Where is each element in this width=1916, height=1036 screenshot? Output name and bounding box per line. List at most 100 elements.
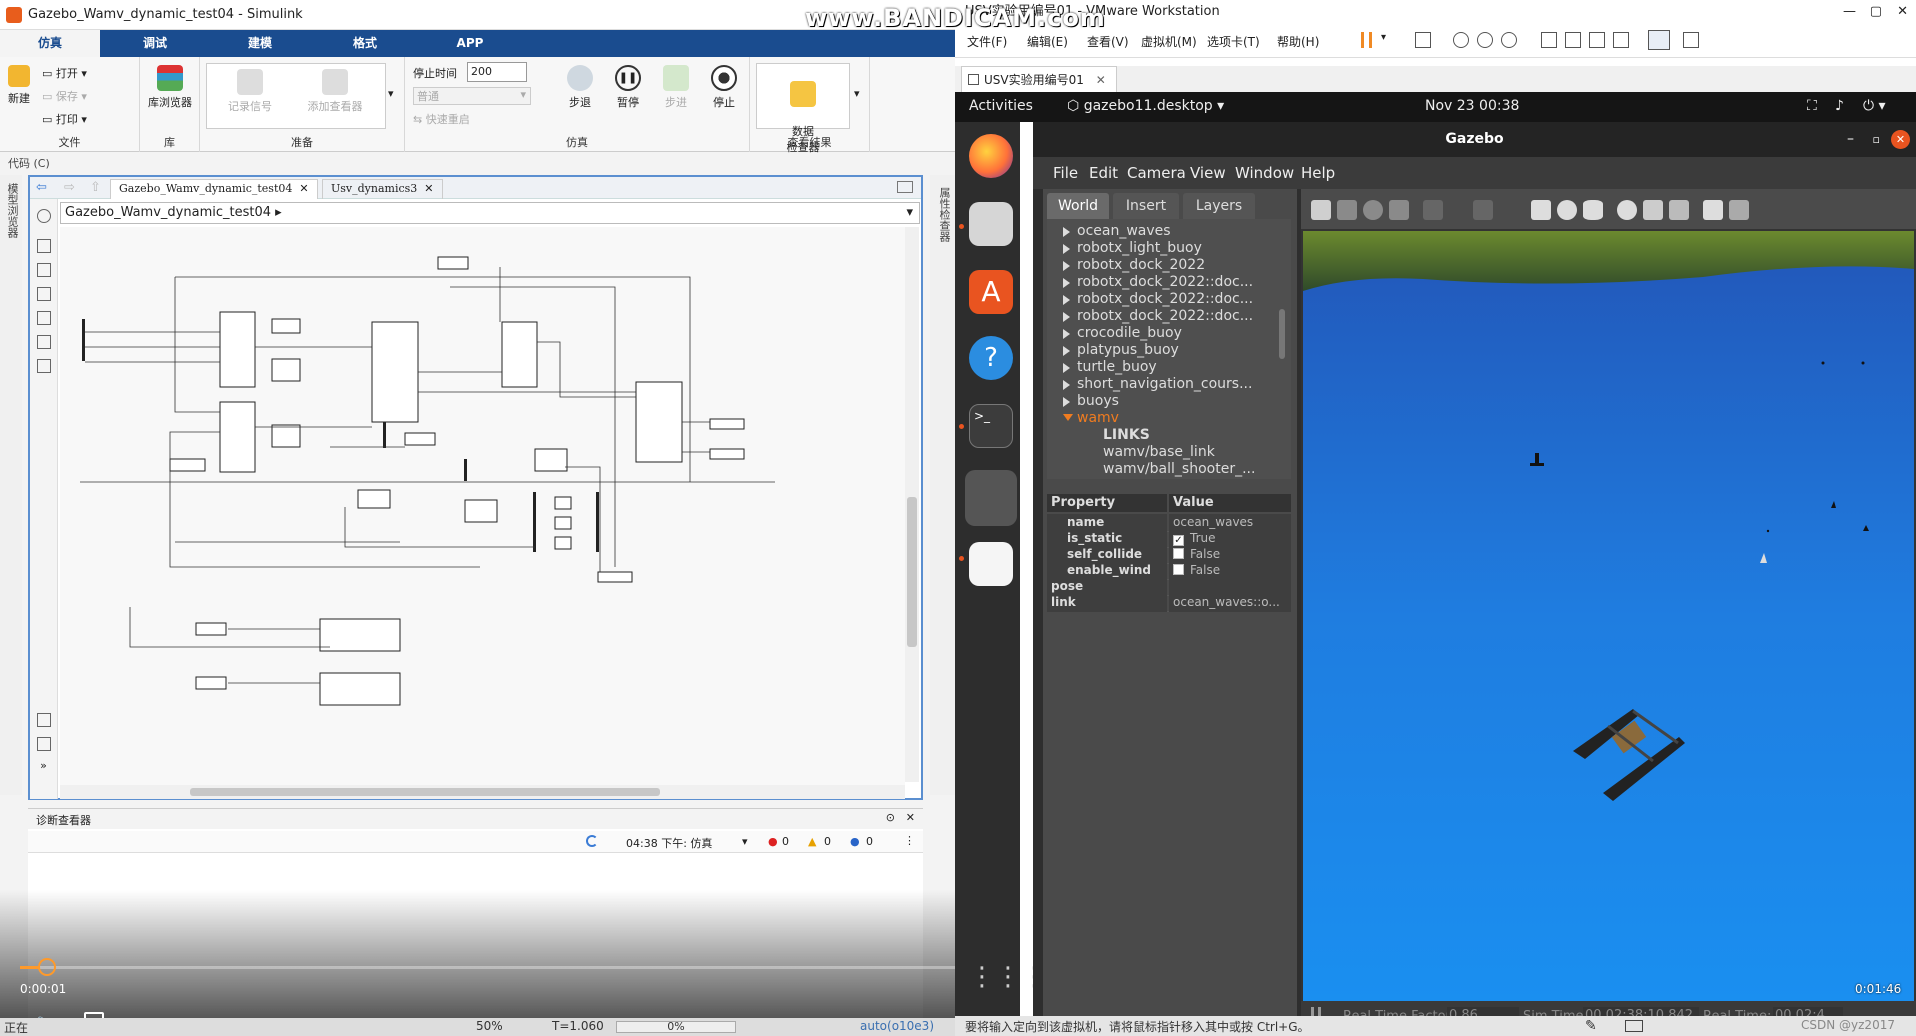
diagram-block[interactable]	[357, 489, 391, 509]
diagram-bus[interactable]	[383, 422, 386, 448]
tree-item[interactable]: platypus_buoy	[1077, 342, 1179, 358]
canvas-vertical-scrollbar[interactable]	[905, 227, 919, 782]
collapsed-arrow-icon[interactable]	[1063, 261, 1070, 271]
send-keys-icon[interactable]	[1415, 32, 1431, 48]
gazebo-icon[interactable]	[965, 470, 1017, 526]
diagram-block[interactable]	[271, 424, 301, 448]
snapshot-manager-icon[interactable]	[1501, 32, 1517, 48]
collapsed-arrow-icon[interactable]	[1063, 278, 1070, 288]
results-expand-icon[interactable]: ▾	[854, 87, 860, 100]
scale-mode-icon[interactable]	[1389, 200, 1409, 220]
save-button[interactable]: ▭ 保存 ▾	[42, 88, 87, 104]
translate-mode-icon[interactable]	[1337, 200, 1357, 220]
copy-icon[interactable]	[1703, 200, 1723, 220]
refresh-icon[interactable]	[586, 835, 598, 847]
add-viewer-button[interactable]: 添加查看器	[300, 69, 370, 114]
tree-item[interactable]: robotx_dock_2022::doc...	[1077, 274, 1253, 290]
gazebo-menu-view[interactable]: View	[1190, 164, 1226, 182]
canvas-horizontal-scrollbar[interactable]	[60, 785, 905, 799]
tree-item[interactable]: buoys	[1077, 393, 1119, 409]
model-browser-bar[interactable]: 模型浏览器	[0, 175, 22, 795]
expanded-arrow-icon[interactable]	[1063, 414, 1073, 421]
property-value[interactable]: ocean_waves::o...	[1169, 594, 1291, 612]
volume-icon-tray[interactable]: ♪	[1835, 98, 1844, 114]
data-inspector-button[interactable]: 数据 检查器	[756, 63, 850, 154]
close-window-icon[interactable]: ✕	[1897, 0, 1908, 24]
terminal-icon[interactable]: >_	[969, 404, 1013, 448]
checkbox[interactable]	[1173, 548, 1184, 559]
maximize-icon[interactable]: ▢	[1870, 0, 1882, 24]
show-apps-icon[interactable]: ⋮⋮⋮	[969, 962, 1047, 1006]
tree-item[interactable]: LINKS	[1103, 427, 1150, 443]
menu-file[interactable]: 文件(F)	[967, 33, 1007, 50]
camera-icon[interactable]	[36, 713, 51, 727]
collapsed-arrow-icon[interactable]	[1063, 363, 1070, 373]
editor-tab-usv[interactable]: Usv_dynamics3 ✕	[322, 179, 443, 199]
step-forward-button[interactable]: 步进	[661, 65, 691, 110]
status-solver[interactable]: auto(o10e3)	[860, 1019, 934, 1033]
firefox-icon[interactable]	[969, 134, 1013, 178]
text-icon[interactable]	[36, 311, 51, 325]
vertical-scroll-thumb[interactable]	[907, 497, 917, 647]
diagram-block[interactable]	[271, 318, 301, 334]
tab-format[interactable]: 格式	[320, 30, 410, 57]
zoom-icon[interactable]	[36, 239, 51, 253]
files-icon[interactable]	[969, 202, 1013, 246]
tree-item[interactable]: turtle_buoy	[1077, 359, 1157, 375]
diagram-block[interactable]	[554, 516, 572, 530]
library-browser-button[interactable]: 库浏览器	[144, 65, 196, 110]
library-view-icon[interactable]	[1541, 32, 1557, 48]
area-icon[interactable]	[36, 359, 51, 373]
stop-button[interactable]: 停止	[709, 65, 739, 110]
simulation-scene[interactable]	[1303, 231, 1914, 1001]
diagram-block[interactable]	[554, 536, 572, 550]
gazebo-restore-icon[interactable]: ▫	[1873, 122, 1880, 157]
app-menu[interactable]: ⬡ gazebo11.desktop ▾	[1067, 98, 1224, 114]
diagram-block[interactable]	[534, 448, 568, 472]
gazebo-minimize-icon[interactable]: –	[1847, 122, 1854, 157]
collapsed-arrow-icon[interactable]	[1063, 380, 1070, 390]
unity-icon[interactable]	[1613, 32, 1629, 48]
display-icon[interactable]	[1625, 1020, 1643, 1032]
tab-world[interactable]: World	[1047, 193, 1109, 219]
horizontal-scroll-thumb[interactable]	[190, 788, 660, 796]
tab-simulation[interactable]: 仿真	[0, 30, 100, 57]
diagram-block[interactable]	[501, 321, 538, 388]
undo-icon[interactable]	[1423, 200, 1443, 220]
diagram-block[interactable]	[371, 321, 419, 423]
close-icon[interactable]: ✕	[906, 811, 915, 824]
tree-item[interactable]: wamv	[1077, 410, 1119, 426]
tree-item[interactable]: crocodile_buoy	[1077, 325, 1182, 341]
tab-apps[interactable]: APP	[425, 30, 515, 57]
stop-time-input[interactable]: 200	[467, 62, 527, 82]
gazebo-close-icon[interactable]: ✕	[1891, 130, 1910, 149]
more-options-icon[interactable]: ⋮	[904, 834, 915, 847]
diagram-block[interactable]	[437, 256, 469, 270]
tree-item[interactable]: robotx_dock_2022	[1077, 257, 1205, 273]
diagram-bus[interactable]	[464, 459, 467, 481]
editor-tab-main[interactable]: Gazebo_Wamv_dynamic_test04 ✕	[110, 179, 318, 199]
error-icon[interactable]: ●	[768, 835, 778, 848]
gazebo-menu-file[interactable]: File	[1053, 164, 1078, 182]
diagram-block[interactable]	[219, 311, 256, 388]
menu-view[interactable]: 查看(V)	[1087, 33, 1129, 50]
collapsed-arrow-icon[interactable]	[1063, 397, 1070, 407]
tree-item[interactable]: robotx_dock_2022::doc...	[1077, 291, 1253, 307]
new-button[interactable]: 新建	[4, 65, 34, 106]
diagram-block[interactable]	[195, 622, 227, 636]
paste-icon[interactable]	[1729, 200, 1749, 220]
diagram-block[interactable]	[635, 381, 683, 463]
open-button[interactable]: ▭ 打开 ▾	[42, 65, 87, 81]
diagram-block[interactable]	[169, 458, 206, 472]
checkbox[interactable]: ✓	[1173, 535, 1184, 546]
cylinder-shape-icon[interactable]	[1583, 200, 1603, 220]
video-progress-bar[interactable]	[20, 966, 955, 969]
gazebo-menu-edit[interactable]: Edit	[1089, 164, 1118, 182]
tree-item[interactable]: robotx_dock_2022::doc...	[1077, 308, 1253, 324]
diagram-block[interactable]	[219, 401, 256, 473]
block-diagram-canvas[interactable]	[60, 227, 905, 787]
report-icon[interactable]	[36, 737, 51, 751]
pen-icon[interactable]: ✎	[1585, 1018, 1597, 1034]
tree-item[interactable]: robotx_light_buoy	[1077, 240, 1202, 256]
point-light-icon[interactable]	[1617, 200, 1637, 220]
